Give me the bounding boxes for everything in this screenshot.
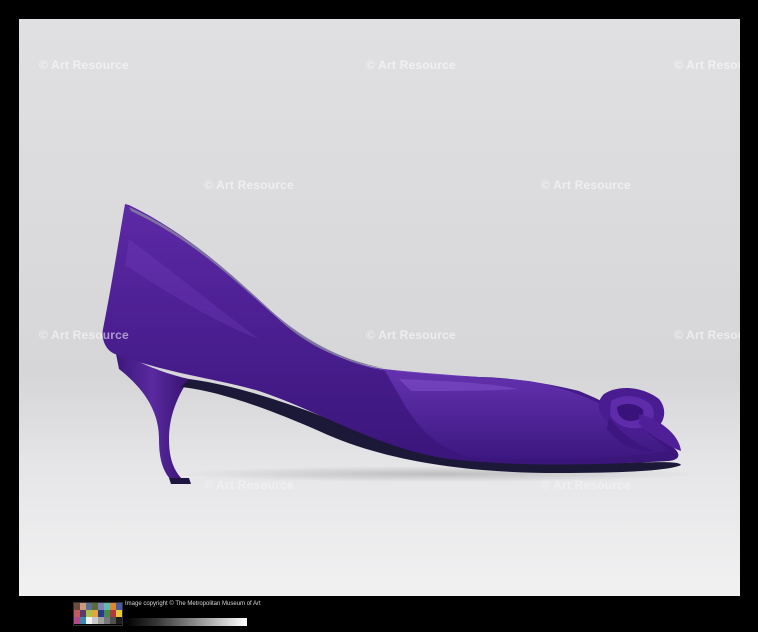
color-swatch [116, 610, 122, 617]
museum-photo: © Art Resource © Art Resource © Art Reso… [19, 19, 740, 596]
gray-scale-bar [125, 618, 247, 626]
watermark-text: © Art Resource [366, 58, 456, 72]
heel-tip [169, 478, 191, 484]
watermark-text: © Art Resource [674, 328, 740, 342]
watermark-text: © Art Resource [39, 58, 129, 72]
color-calibration-chart [73, 602, 123, 626]
watermark-text: © Art Resource [204, 178, 294, 192]
watermark-text: © Art Resource [541, 178, 631, 192]
watermark-text: © Art Resource [366, 328, 456, 342]
watermark-text: © Art Resource [39, 328, 129, 342]
image-frame: © Art Resource © Art Resource © Art Reso… [0, 0, 758, 632]
watermark-text: © Art Resource [541, 478, 631, 492]
color-swatch [116, 603, 122, 610]
color-swatch [116, 617, 122, 624]
watermark-text: © Art Resource [674, 58, 740, 72]
watermark-text: © Art Resource [204, 478, 294, 492]
copyright-caption: Image copyright © The Metropolitan Museu… [125, 601, 261, 607]
shoe-illustration [102, 204, 699, 484]
